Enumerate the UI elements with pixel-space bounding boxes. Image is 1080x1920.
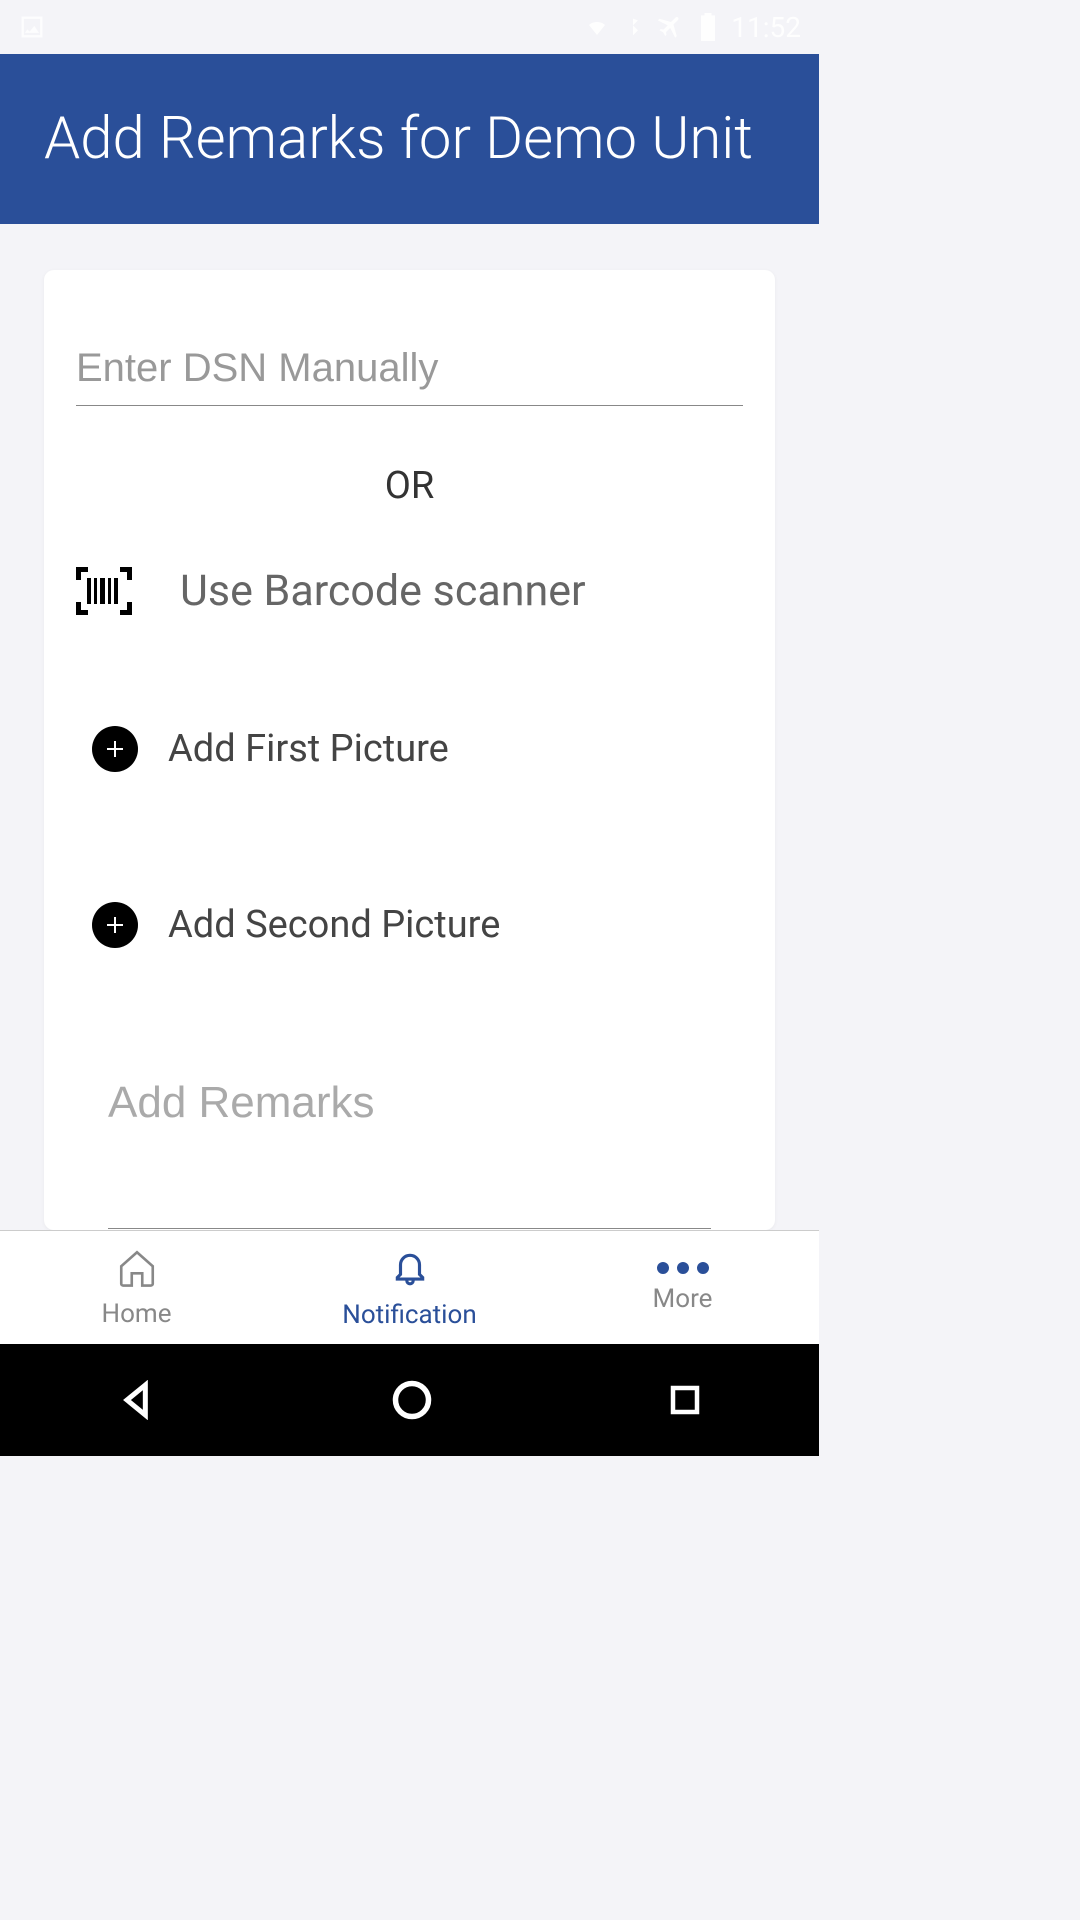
- bell-icon: [391, 1246, 429, 1290]
- bottom-tab-bar: Home Notification More: [0, 1230, 819, 1344]
- add-second-picture-button[interactable]: Add Second Picture: [76, 902, 743, 948]
- tab-more-label: More: [653, 1284, 713, 1314]
- add-second-picture-label: Add Second Picture: [168, 903, 500, 947]
- barcode-scanner-button[interactable]: Use Barcode scanner: [76, 566, 743, 616]
- app-header: Add Remarks for Demo Unit: [0, 54, 819, 224]
- status-time: 11:52: [731, 11, 801, 44]
- barcode-icon: [76, 567, 132, 615]
- tab-more[interactable]: More: [546, 1231, 819, 1344]
- battery-icon: [699, 13, 717, 41]
- tab-notification-label: Notification: [342, 1300, 476, 1330]
- wifi-icon: [585, 15, 609, 39]
- home-icon: [116, 1247, 158, 1289]
- page-title: Add Remarks for Demo Unit: [44, 105, 753, 173]
- or-divider: OR: [76, 464, 743, 508]
- bluetooth-icon: [623, 14, 643, 40]
- dsn-input[interactable]: [76, 340, 743, 406]
- image-icon: [18, 13, 46, 41]
- remarks-input[interactable]: [108, 1078, 711, 1229]
- tab-home-label: Home: [102, 1299, 172, 1329]
- more-icon: [657, 1262, 709, 1274]
- add-first-picture-button[interactable]: Add First Picture: [76, 726, 743, 772]
- add-first-picture-label: Add First Picture: [168, 727, 449, 771]
- android-nav-bar: [0, 1344, 819, 1456]
- tab-notification[interactable]: Notification: [273, 1231, 546, 1344]
- status-bar: 11:52: [0, 0, 819, 54]
- airplane-icon: [657, 13, 685, 41]
- plus-icon: [92, 726, 138, 772]
- barcode-label: Use Barcode scanner: [180, 566, 586, 616]
- back-icon[interactable]: [117, 1380, 157, 1420]
- form-card: OR Use Barcode scanner Add First Picture…: [44, 270, 775, 1230]
- plus-icon: [92, 902, 138, 948]
- home-circle-icon[interactable]: [390, 1378, 434, 1422]
- recent-apps-icon[interactable]: [667, 1382, 703, 1418]
- tab-home[interactable]: Home: [0, 1231, 273, 1344]
